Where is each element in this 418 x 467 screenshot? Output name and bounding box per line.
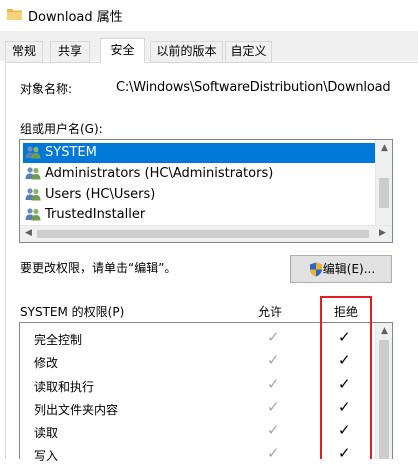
user-name: Users (HC\Users) (45, 187, 156, 202)
user-list-horizontal-scrollbar[interactable]: ◀ ▶ (20, 225, 392, 242)
users-group-icon (25, 187, 41, 200)
deny-check-icon: ✓ (338, 421, 351, 439)
scroll-thumb[interactable] (379, 340, 389, 459)
deny-column-header: 拒绝 (334, 305, 359, 319)
user-item-system[interactable]: SYSTEM (23, 143, 375, 163)
folder-icon (7, 9, 22, 20)
object-name-value: C:\Windows\SoftwareDistribution\Download (116, 80, 391, 95)
allow-check-icon: ✓ (267, 351, 280, 369)
allow-check-icon: ✓ (267, 421, 280, 439)
permission-name: 读取和执行 (34, 380, 95, 394)
uac-shield-icon (310, 262, 322, 277)
user-item-trustedinstaller[interactable]: TrustedInstaller (23, 205, 375, 225)
scroll-up-icon[interactable]: ▲ (377, 141, 392, 156)
window-title: Download 属性 (28, 10, 123, 25)
permissions-list: 完全控制 ✓ ✓ 修改 ✓ ✓ 读取和执行 ✓ ✓ 列出文件夹内容 ✓ ✓ 读取… (19, 322, 393, 463)
user-item-administrators[interactable]: Administrators (HC\Administrators) (23, 164, 375, 184)
user-list[interactable]: SYSTEM Administrators (HC\Administrators… (19, 139, 393, 243)
users-group-icon (25, 207, 41, 220)
permission-row-write: 写入 ✓ ✓ (20, 443, 375, 467)
tab-security[interactable]: 安全 (100, 38, 145, 63)
allow-check-icon: ✓ (267, 398, 280, 416)
permission-row-list-folder: 列出文件夹内容 ✓ ✓ (20, 397, 375, 421)
user-list-vertical-scrollbar[interactable]: ▲ (375, 140, 392, 226)
tab-customize[interactable]: 自定义 (225, 41, 272, 62)
permission-row-full-control: 完全控制 ✓ ✓ (20, 327, 375, 351)
allow-check-icon: ✓ (267, 328, 280, 346)
change-permissions-hint: 要更改权限，请单击“编辑”。 (20, 261, 177, 275)
permission-row-modify: 修改 ✓ ✓ (20, 350, 375, 374)
scroll-left-icon[interactable]: ◀ (21, 226, 36, 241)
permissions-header: SYSTEM 的权限(P) (20, 305, 125, 319)
permission-name: 列出文件夹内容 (34, 403, 119, 417)
allow-check-icon: ✓ (267, 444, 280, 462)
deny-check-icon: ✓ (338, 398, 351, 416)
scroll-thumb[interactable] (379, 178, 389, 208)
object-name-label: 对象名称: (20, 82, 73, 96)
user-item-users[interactable]: Users (HC\Users) (23, 185, 375, 205)
edit-button-label: 编辑(E)... (322, 262, 376, 276)
deny-check-icon: ✓ (338, 351, 351, 369)
scroll-right-icon[interactable]: ▶ (375, 226, 390, 241)
users-group-icon (25, 145, 41, 158)
group-or-user-names-label: 组或用户名(G): (20, 122, 103, 136)
tab-previous-versions[interactable]: 以前的版本 (150, 41, 223, 62)
scroll-up-icon[interactable]: ▲ (377, 324, 392, 339)
permission-name: 修改 (34, 356, 59, 370)
edit-button[interactable]: 编辑(E)... (290, 255, 392, 283)
permission-name: 写入 (34, 449, 59, 463)
users-group-icon (25, 166, 41, 179)
tab-sharing[interactable]: 共享 (50, 41, 90, 62)
title-bar: Download 属性 (0, 0, 418, 31)
user-name: Administrators (HC\Administrators) (45, 166, 274, 181)
permission-name: 读取 (34, 426, 59, 440)
permissions-vertical-scrollbar[interactable]: ▲ (375, 323, 392, 459)
deny-check-icon: ✓ (338, 328, 351, 346)
tab-general[interactable]: 常规 (5, 41, 43, 62)
deny-check-icon: ✓ (338, 444, 351, 462)
permission-name: 完全控制 (34, 333, 83, 347)
permission-row-read-execute: 读取和执行 ✓ ✓ (20, 374, 375, 398)
user-name: TrustedInstaller (45, 207, 146, 222)
permission-row-read: 读取 ✓ ✓ (20, 420, 375, 444)
allow-column-header: 允许 (258, 305, 283, 319)
scroll-thumb[interactable] (37, 230, 369, 238)
user-name: SYSTEM (45, 145, 97, 160)
allow-check-icon: ✓ (267, 375, 280, 393)
deny-check-icon: ✓ (338, 375, 351, 393)
